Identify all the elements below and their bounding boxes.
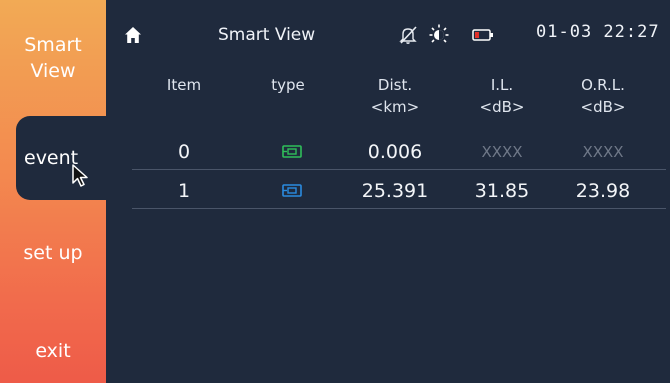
row-divider bbox=[132, 208, 666, 209]
table-row[interactable]: 1 25.391 31.85 23.98 bbox=[132, 175, 666, 207]
main-panel: Smart View 01-03 22:27 Item type Dist. <… bbox=[106, 0, 670, 383]
sidebar-item-label: set up bbox=[23, 242, 83, 264]
home-icon[interactable] bbox=[124, 26, 142, 44]
cell-il: 31.85 bbox=[474, 180, 530, 202]
cell-il: XXXX bbox=[481, 143, 523, 161]
cell-item: 1 bbox=[177, 180, 191, 202]
row-divider bbox=[132, 169, 666, 170]
sidebar-item-set-up[interactable]: set up bbox=[0, 240, 106, 266]
column-header-orl: O.R.L. <dB> bbox=[580, 76, 626, 116]
brightness-icon bbox=[429, 24, 449, 43]
page-title: Smart View bbox=[218, 25, 316, 45]
column-header-item: Item bbox=[166, 76, 202, 94]
cell-dist: 0.006 bbox=[367, 141, 423, 163]
column-header-il: I.L. <dB> bbox=[479, 76, 525, 116]
connector-blue-icon bbox=[282, 184, 302, 197]
battery-icon bbox=[472, 29, 493, 41]
sidebar-item-label: exit bbox=[35, 340, 71, 362]
table-row[interactable]: 0 0.006 XXXX XXXX bbox=[132, 136, 666, 168]
cell-orl: 23.98 bbox=[575, 180, 631, 202]
sidebar-item-exit[interactable]: exit bbox=[0, 338, 106, 364]
connector-green-icon bbox=[282, 145, 302, 158]
smart-view-screen: Smart View event set up exit Smart View bbox=[0, 0, 670, 383]
status-bar: Smart View 01-03 22:27 bbox=[106, 0, 670, 45]
column-header-dist: Dist. <km> bbox=[370, 76, 420, 116]
column-header-type: type bbox=[271, 76, 305, 94]
sidebar-item-smart-view[interactable]: Smart View bbox=[0, 32, 106, 92]
cell-dist: 25.391 bbox=[361, 180, 429, 202]
sidebar-item-label: View bbox=[30, 60, 76, 82]
sidebar: Smart View event set up exit bbox=[0, 0, 106, 383]
mute-icon bbox=[399, 26, 417, 44]
cell-item: 0 bbox=[177, 141, 191, 163]
sidebar-item-event[interactable]: event bbox=[16, 116, 106, 200]
cell-orl: XXXX bbox=[582, 143, 624, 161]
sidebar-item-label: event bbox=[24, 147, 79, 169]
mouse-pointer-icon bbox=[72, 164, 88, 187]
datetime-display: 01-03 22:27 bbox=[536, 22, 660, 42]
sidebar-item-label: Smart bbox=[24, 34, 82, 56]
